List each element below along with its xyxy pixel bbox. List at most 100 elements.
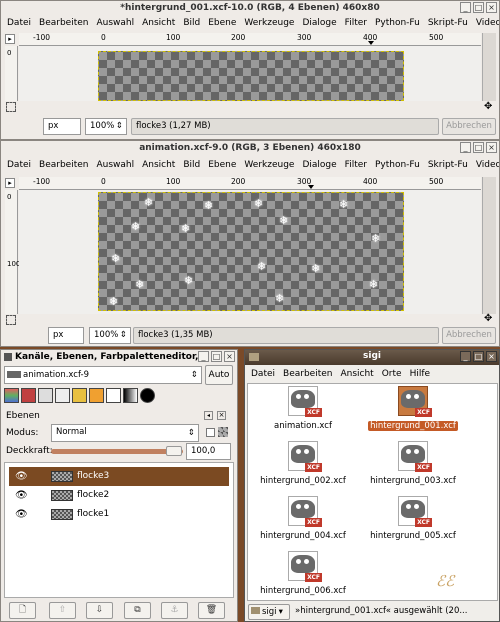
menu-bearbeiten[interactable]: Bearbeiten [36,158,93,173]
menu-video[interactable]: Video [473,158,499,173]
paths-tab-icon[interactable] [55,388,70,403]
menu-skript-fu[interactable]: Skript-Fu [425,16,473,31]
menu-orte[interactable]: Orte [379,367,407,382]
close-tab-icon[interactable]: × [217,411,226,420]
image-canvas[interactable] [98,51,404,101]
pattern-tab-icon[interactable] [140,388,155,403]
file-item[interactable]: XCF hintergrund_006.xcf [248,551,358,611]
lock-alpha-checkbox[interactable] [206,428,215,437]
close-button[interactable]: × [224,351,235,362]
channels-tab-icon[interactable] [21,388,36,403]
menu-ansicht[interactable]: Ansicht [139,16,180,31]
menu-bild[interactable]: Bild [180,158,205,173]
navigate-icon[interactable]: ✥ [484,314,492,324]
zoom-select[interactable]: 100% ⇕ [85,118,127,135]
image-canvas[interactable]: ❄ ❄ ❄ ❄ ❄ ❄ ❄ ❄ ❄ ❄ ❄ ❄ ❄ ❄ ❄ ❄ [98,192,404,311]
menu-filter[interactable]: Filter [342,16,372,31]
menu-bearbeiten[interactable]: Bearbeiten [36,16,93,31]
menu-video[interactable]: Video [473,16,499,31]
vertical-ruler[interactable]: 0 [5,46,18,101]
menu-hilfe[interactable]: Hilfe [407,367,435,382]
vertical-scrollbar[interactable] [482,177,496,314]
color-tab-icon[interactable] [89,388,104,403]
opacity-spinner[interactable]: 100,0 [186,443,231,460]
eye-icon[interactable]: 👁 [15,505,28,524]
quick-mask-icon[interactable] [6,102,16,112]
eye-icon[interactable]: 👁 [15,467,28,486]
undo-tab-icon[interactable] [72,388,87,403]
quick-mask-icon[interactable] [6,315,16,325]
menu-ansicht[interactable]: Ansicht [139,158,180,173]
menu-filter[interactable]: Filter [342,158,372,173]
anchor-layer-button[interactable]: ⚓ [161,602,188,619]
auto-button[interactable]: Auto [205,365,233,385]
minimize-button[interactable]: _ [460,142,471,153]
image-select[interactable]: animation.xcf-9 ⇕ [4,366,202,384]
location-select[interactable]: sigi ▾ [248,604,290,620]
canvas-area[interactable] [19,46,481,101]
vertical-scrollbar[interactable] [482,33,496,101]
cancel-button[interactable]: Abbrechen [442,327,496,344]
navigate-icon[interactable]: ✥ [484,102,492,112]
close-button[interactable]: × [486,351,497,362]
raise-layer-button[interactable]: ⇧ [49,602,76,619]
menu-ebene[interactable]: Ebene [205,16,241,31]
file-item[interactable]: XCF hintergrund_003.xcf [358,441,468,501]
menu-datei[interactable]: Datei [248,367,280,382]
menu-datei[interactable]: Datei [4,158,36,173]
duplicate-layer-button[interactable]: ⧉ [124,602,151,619]
new-layer-button[interactable]: 🗋 [9,602,36,619]
file-item[interactable]: XCF hintergrund_004.xcf [248,496,358,556]
maximize-button[interactable]: □ [473,142,484,153]
maximize-button[interactable]: □ [473,351,484,362]
minimize-button[interactable]: _ [460,2,471,13]
ruler-corner-button[interactable]: ▸ [5,34,15,44]
horizontal-ruler[interactable]: -100 0 100 200 300 400 500 [19,177,481,190]
menu-werkzeuge[interactable]: Werkzeuge [241,16,299,31]
file-item[interactable]: XCF hintergrund_002.xcf [248,441,358,501]
unit-select[interactable]: px [43,118,81,135]
layer-row[interactable]: 👁 flocke2 [9,486,229,505]
close-button[interactable]: × [486,142,497,153]
minimize-button[interactable]: _ [460,351,471,362]
unit-select[interactable]: px [48,327,84,344]
menu-auswahl[interactable]: Auswahl [93,158,139,173]
menu-python-fu[interactable]: Python-Fu [372,158,425,173]
maximize-button[interactable]: □ [211,351,222,362]
layer-row[interactable]: 👁 flocke3 [9,467,229,486]
zoom-select[interactable]: 100% ⇕ [89,327,131,344]
menu-auswahl[interactable]: Auswahl [93,16,139,31]
file-item[interactable]: XCF hintergrund_001.xcf [358,386,468,446]
delete-layer-button[interactable]: 🗑 [198,602,225,619]
ruler-corner-button[interactable]: ▸ [5,178,15,188]
file-item[interactable]: XCF hintergrund_005.xcf [358,496,468,556]
menu-dialoge[interactable]: Dialoge [299,158,341,173]
menu-skript-fu[interactable]: Skript-Fu [425,158,473,173]
menu-ebene[interactable]: Ebene [205,158,241,173]
layers-tab-icon[interactable] [4,388,19,403]
cancel-button[interactable]: Abbrechen [442,118,496,135]
close-button[interactable]: × [486,2,497,13]
horizontal-ruler[interactable]: -100 0 100 200 300 400 500 [19,33,481,46]
menu-ansicht[interactable]: Ansicht [337,367,378,382]
eye-icon[interactable]: 👁 [15,486,28,505]
mode-select[interactable]: Normal ⇕ [51,424,199,442]
file-item[interactable]: XCF animation.xcf [248,386,358,446]
menu-datei[interactable]: Datei [4,16,36,31]
menu-dialoge[interactable]: Dialoge [299,16,341,31]
maximize-button[interactable]: □ [473,2,484,13]
canvas-area[interactable]: ❄ ❄ ❄ ❄ ❄ ❄ ❄ ❄ ❄ ❄ ❄ ❄ ❄ ❄ ❄ ❄ [19,190,481,314]
vertical-ruler[interactable]: 0 100 [5,190,20,314]
minimize-button[interactable]: _ [198,351,209,362]
menu-bild[interactable]: Bild [180,16,205,31]
grid-tab-icon[interactable] [38,388,53,403]
menu-werkzeuge[interactable]: Werkzeuge [241,158,299,173]
gradient-tab-icon[interactable] [123,388,138,403]
brush-tab-icon[interactable] [106,388,121,403]
tab-menu-icon[interactable]: ◂ [204,411,213,420]
layer-row[interactable]: 👁 flocke1 [9,505,229,524]
lower-layer-button[interactable]: ⇩ [86,602,113,619]
menu-python-fu[interactable]: Python-Fu [372,16,425,31]
menu-bearbeiten[interactable]: Bearbeiten [280,367,337,382]
opacity-slider-handle[interactable] [166,446,182,456]
